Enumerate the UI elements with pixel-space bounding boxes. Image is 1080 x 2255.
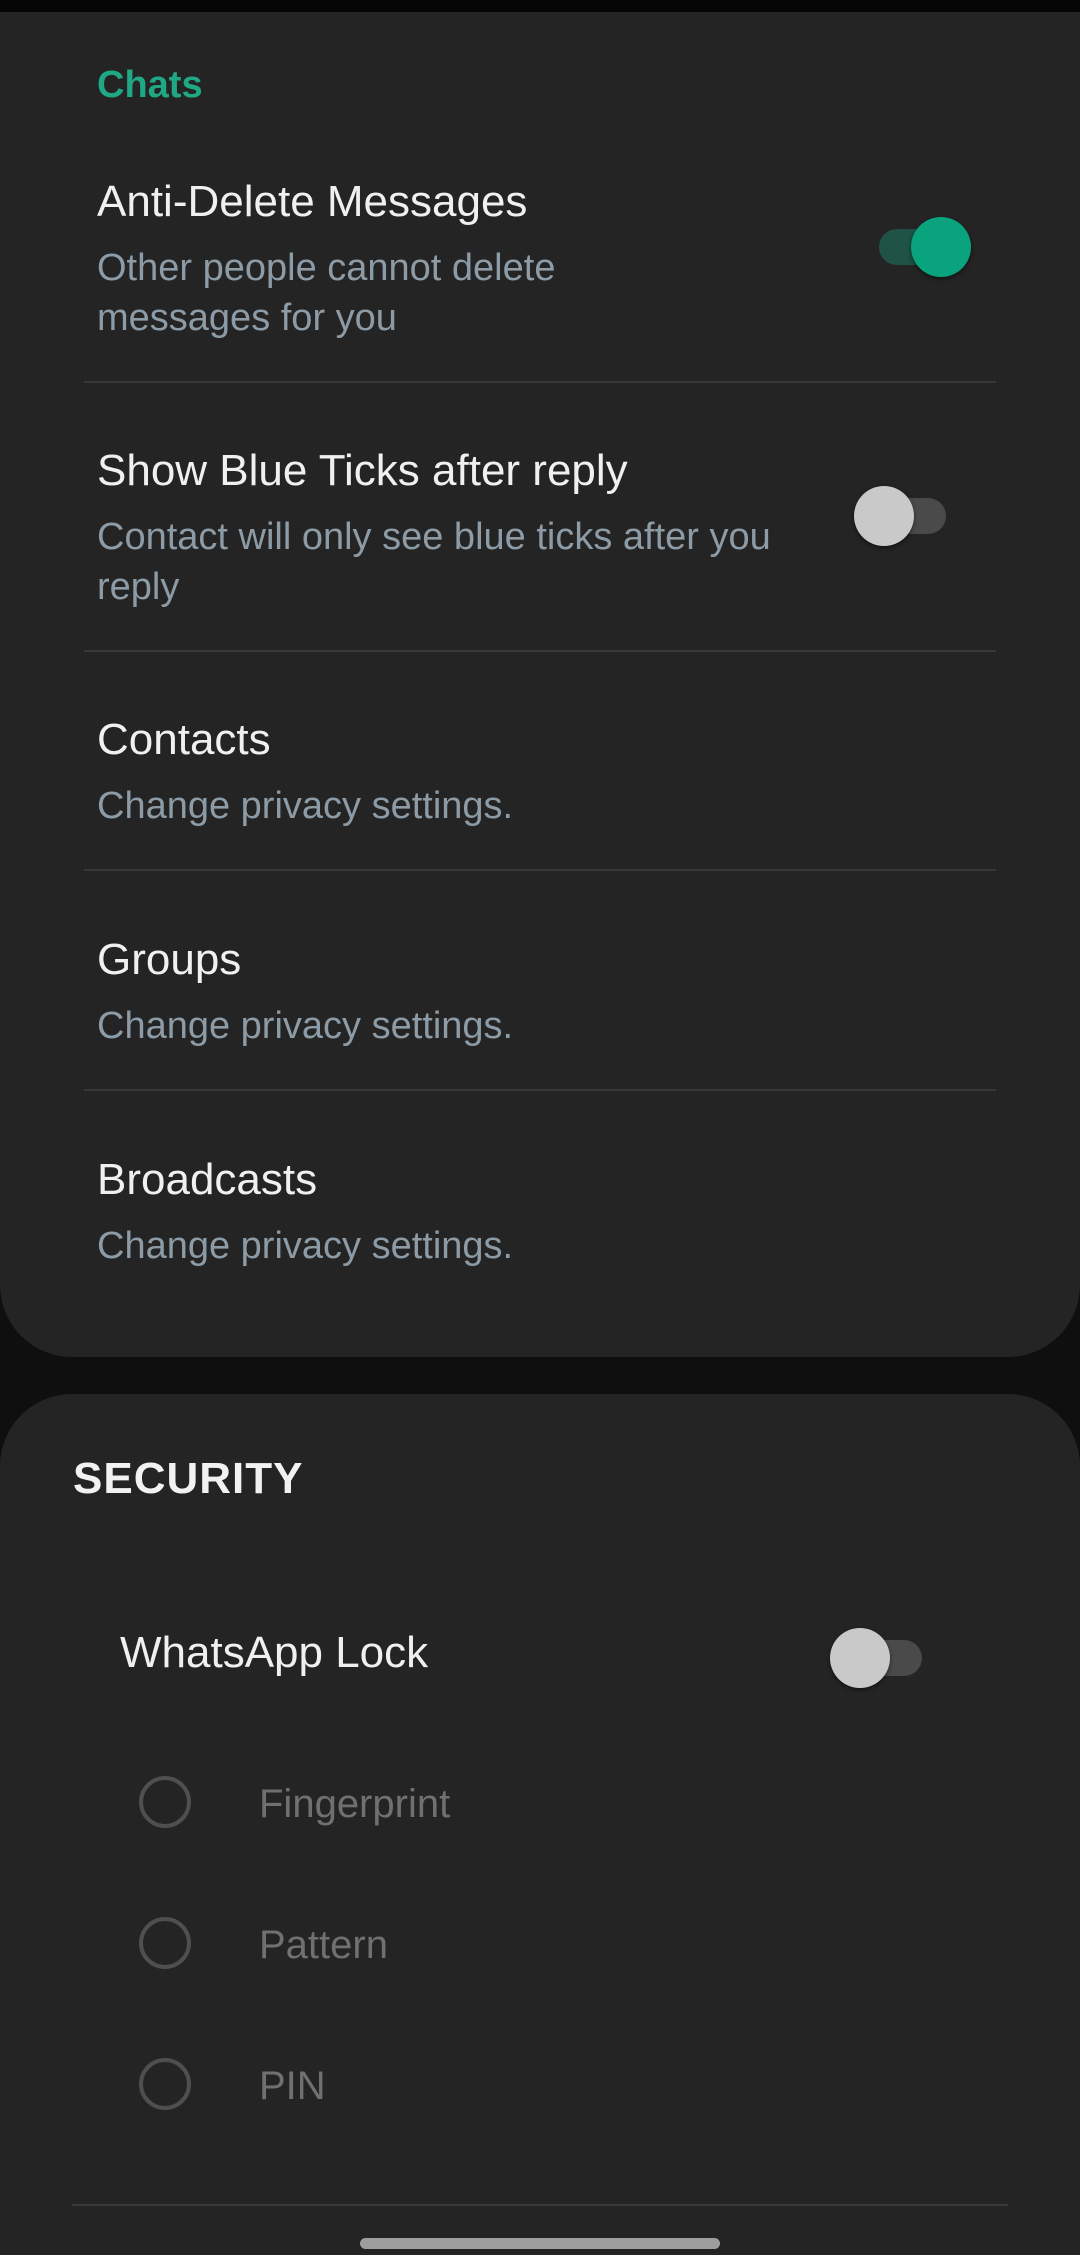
groups-privacy-row[interactable]: Groups Change privacy settings. xyxy=(84,925,996,1075)
divider xyxy=(84,1089,996,1091)
anti-delete-messages-title: Anti-Delete Messages xyxy=(97,177,528,226)
chats-card: Chats Anti-Delete Messages Other people … xyxy=(0,12,1080,1357)
status-bar-edge xyxy=(0,0,1080,12)
anti-delete-messages-row[interactable]: Anti-Delete Messages Other people cannot… xyxy=(84,167,996,367)
broadcasts-title: Broadcasts xyxy=(97,1155,318,1204)
lock-option-fingerprint[interactable]: Fingerprint xyxy=(130,1755,830,1855)
groups-title: Groups xyxy=(97,935,242,984)
contacts-title: Contacts xyxy=(97,715,271,764)
settings-screen: Chats Anti-Delete Messages Other people … xyxy=(0,0,1080,2255)
security-card: SECURITY WhatsApp Lock Fingerprint Patte… xyxy=(0,1394,1080,2255)
whatsapp-lock-title: WhatsApp Lock xyxy=(120,1628,429,1677)
anti-delete-messages-summary: Other people cannot delete messages for … xyxy=(97,247,556,339)
radio-button[interactable] xyxy=(139,1917,191,1969)
anti-delete-messages-toggle[interactable] xyxy=(871,217,971,277)
broadcasts-privacy-row[interactable]: Broadcasts Change privacy settings. xyxy=(84,1145,996,1295)
pattern-label: Pattern xyxy=(259,1923,388,1967)
toggle-thumb xyxy=(854,486,914,546)
whatsapp-lock-row[interactable]: WhatsApp Lock xyxy=(110,1608,970,1708)
chats-section-header: Chats xyxy=(97,64,203,106)
divider xyxy=(84,381,996,383)
security-section-header: SECURITY xyxy=(73,1454,304,1503)
lock-option-pin[interactable]: PIN xyxy=(130,2037,830,2137)
contacts-privacy-row[interactable]: Contacts Change privacy settings. xyxy=(84,705,996,855)
fingerprint-label: Fingerprint xyxy=(259,1782,451,1826)
toggle-thumb xyxy=(830,1628,890,1688)
pin-label: PIN xyxy=(259,2064,326,2108)
broadcasts-summary: Change privacy settings. xyxy=(97,1225,514,1267)
divider xyxy=(72,2204,1008,2206)
whatsapp-lock-toggle[interactable] xyxy=(830,1628,930,1688)
blue-ticks-summary: Contact will only see blue ticks after y… xyxy=(97,516,771,608)
contacts-summary: Change privacy settings. xyxy=(97,785,514,827)
toggle-thumb xyxy=(911,217,971,277)
gesture-navigation-handle[interactable] xyxy=(360,2238,720,2249)
blue-ticks-row[interactable]: Show Blue Ticks after reply Contact will… xyxy=(84,436,996,636)
blue-ticks-toggle[interactable] xyxy=(854,486,954,546)
lock-option-pattern[interactable]: Pattern xyxy=(130,1896,830,1996)
divider xyxy=(84,869,996,871)
blue-ticks-title: Show Blue Ticks after reply xyxy=(97,446,628,495)
divider xyxy=(84,650,996,652)
groups-summary: Change privacy settings. xyxy=(97,1005,514,1047)
radio-button[interactable] xyxy=(139,2058,191,2110)
radio-button[interactable] xyxy=(139,1776,191,1828)
